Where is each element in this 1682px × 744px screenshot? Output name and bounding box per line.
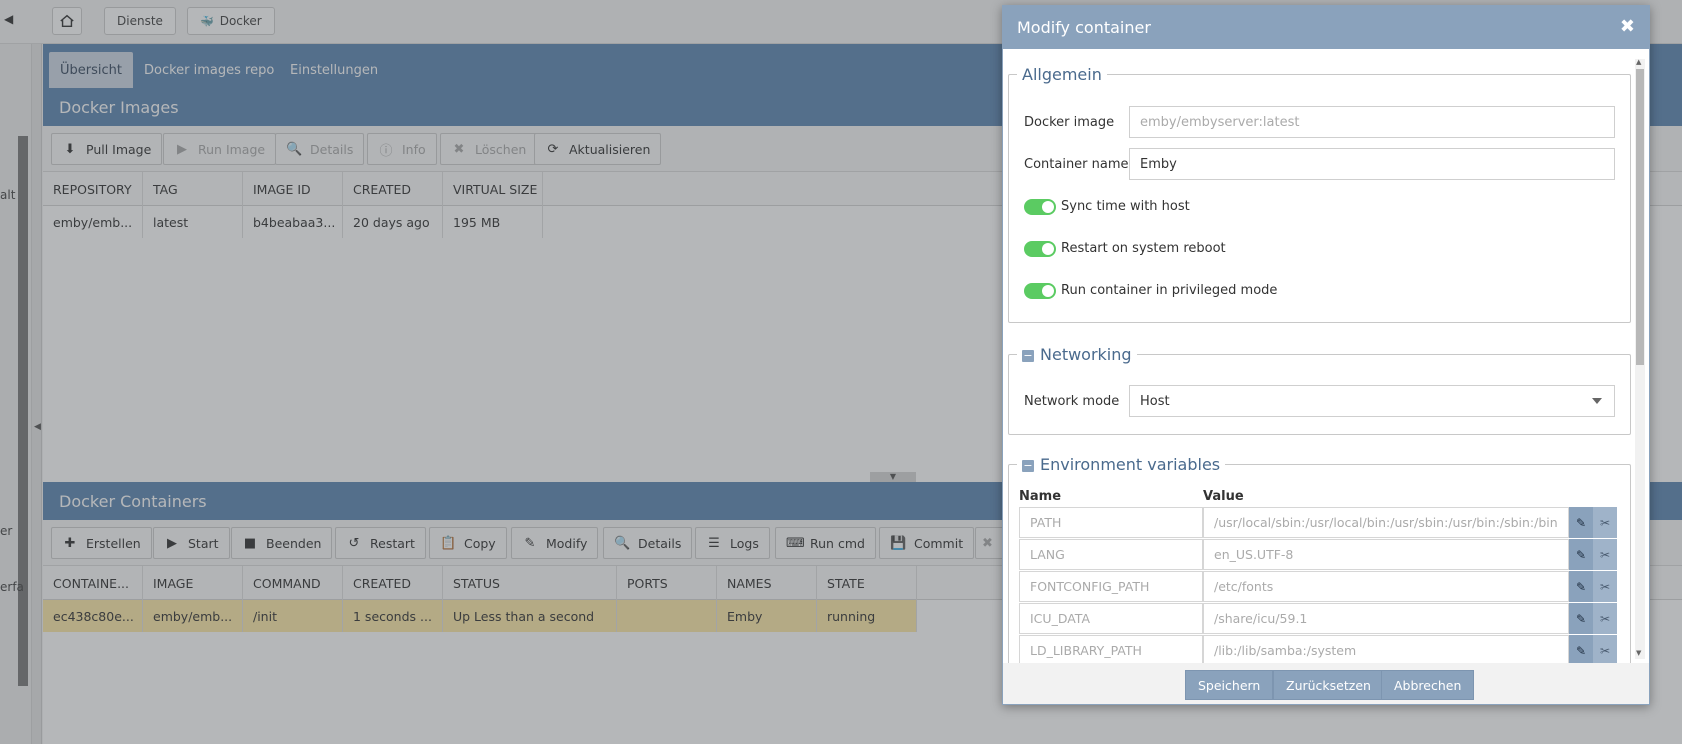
edit-icon[interactable]: ✎ xyxy=(1569,539,1593,570)
env-name-field[interactable]: PATH xyxy=(1019,507,1203,538)
remove-icon[interactable]: ✂ xyxy=(1593,571,1617,602)
dialog-footer: Speichern Zurücksetzen Abbrechen xyxy=(1003,663,1649,704)
toggle-knob xyxy=(1042,243,1054,255)
sync-time-label: Sync time with host xyxy=(1061,199,1190,214)
container-name-field[interactable]: Emby xyxy=(1129,148,1615,180)
docker-image-field[interactable]: emby/embyserver:latest xyxy=(1129,106,1615,138)
dialog-body: Allgemein Docker image emby/embyserver:l… xyxy=(1003,49,1649,663)
edit-icon[interactable]: ✎ xyxy=(1569,571,1593,602)
restart-on-reboot-label: Restart on system reboot xyxy=(1061,241,1226,256)
remove-icon[interactable]: ✂ xyxy=(1593,507,1617,538)
env-value-field[interactable]: en_US.UTF-8 xyxy=(1203,539,1569,570)
env-name-field[interactable]: FONTCONFIG_PATH xyxy=(1019,571,1203,602)
env-name-field[interactable]: LD_LIBRARY_PATH xyxy=(1019,635,1203,663)
docker-image-label: Docker image xyxy=(1024,115,1115,130)
dialog-title-bar[interactable]: Modify container ✖ xyxy=(1003,6,1649,49)
env-value-header: Value xyxy=(1203,489,1244,504)
privileged-mode-toggle[interactable] xyxy=(1024,283,1056,299)
container-name-label: Container name xyxy=(1024,157,1129,172)
edit-icon[interactable]: ✎ xyxy=(1569,507,1593,538)
general-legend: Allgemein xyxy=(1022,65,1102,84)
reset-button[interactable]: Zurücksetzen xyxy=(1273,670,1384,700)
cancel-button[interactable]: Abbrechen xyxy=(1381,670,1475,700)
restart-on-reboot-toggle[interactable] xyxy=(1024,241,1056,257)
scroll-down-icon[interactable]: ▼ xyxy=(1636,649,1641,657)
env-name-field[interactable]: ICU_DATA xyxy=(1019,603,1203,634)
env-value-field[interactable]: /etc/fonts xyxy=(1203,571,1569,602)
network-mode-select[interactable]: Host xyxy=(1129,385,1615,417)
env-value-field[interactable]: /usr/local/sbin:/usr/local/bin:/usr/sbin… xyxy=(1203,507,1569,538)
close-icon[interactable]: ✖ xyxy=(1620,18,1635,36)
dialog-scrollbar[interactable]: ▲ ▼ xyxy=(1635,58,1645,659)
networking-legend[interactable]: − Networking xyxy=(1017,345,1137,364)
scroll-up-icon[interactable]: ▲ xyxy=(1636,58,1641,66)
env-row: LD_LIBRARY_PATH /lib:/lib/samba:/system … xyxy=(1019,635,1619,663)
remove-icon[interactable]: ✂ xyxy=(1593,539,1617,570)
env-name-header: Name xyxy=(1019,489,1062,504)
dialog-title: Modify container xyxy=(1017,18,1151,37)
env-row: FONTCONFIG_PATH /etc/fonts ✎ ✂ xyxy=(1019,571,1619,603)
save-button[interactable]: Speichern xyxy=(1185,670,1274,700)
chevron-down-icon xyxy=(1592,398,1602,404)
remove-icon[interactable]: ✂ xyxy=(1593,603,1617,634)
sync-time-toggle[interactable] xyxy=(1024,199,1056,215)
env-legend[interactable]: − Environment variables xyxy=(1017,455,1225,474)
edit-icon[interactable]: ✎ xyxy=(1569,603,1593,634)
network-mode-label: Network mode xyxy=(1024,394,1120,409)
modify-container-dialog: Modify container ✖ Allgemein Docker imag… xyxy=(1002,5,1650,705)
collapse-section-icon[interactable]: − xyxy=(1022,460,1034,472)
env-row: PATH /usr/local/sbin:/usr/local/bin:/usr… xyxy=(1019,507,1619,539)
env-name-field[interactable]: LANG xyxy=(1019,539,1203,570)
env-row: ICU_DATA /share/icu/59.1 ✎ ✂ xyxy=(1019,603,1619,635)
env-value-field[interactable]: /share/icu/59.1 xyxy=(1203,603,1569,634)
toggle-knob xyxy=(1042,201,1054,213)
edit-icon[interactable]: ✎ xyxy=(1569,635,1593,663)
scrollbar-thumb[interactable] xyxy=(1636,69,1644,365)
privileged-mode-label: Run container in privileged mode xyxy=(1061,283,1278,298)
remove-icon[interactable]: ✂ xyxy=(1593,635,1617,663)
toggle-knob xyxy=(1042,285,1054,297)
env-value-field[interactable]: /lib:/lib/samba:/system xyxy=(1203,635,1569,663)
env-row: LANG en_US.UTF-8 ✎ ✂ xyxy=(1019,539,1619,571)
collapse-section-icon[interactable]: − xyxy=(1022,350,1034,362)
